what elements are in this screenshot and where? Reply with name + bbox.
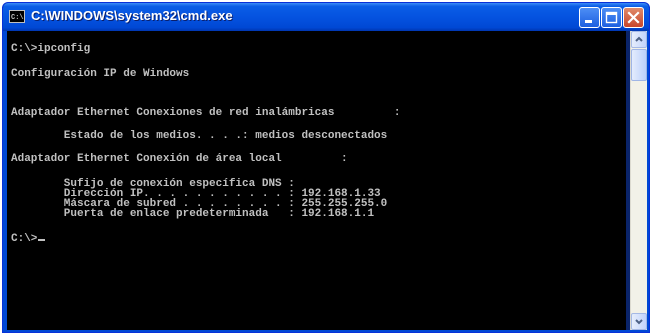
minimize-button[interactable] <box>579 7 600 28</box>
cmd-window: C:\ C:\WINDOWS\system32\cmd.exe C:\>ipco… <box>2 2 650 333</box>
console-line: Adaptador Ethernet Conexión de área loca… <box>11 153 348 165</box>
close-icon <box>627 11 640 24</box>
console-line: Configuración IP de Windows <box>11 68 190 80</box>
console-prompt-line: C:\> <box>11 233 46 245</box>
console-output[interactable]: C:\>ipconfig Configuración IP de Windows… <box>7 31 626 330</box>
vertical-scrollbar[interactable] <box>630 31 647 330</box>
scroll-down-button[interactable] <box>631 313 647 330</box>
window-title: C:\WINDOWS\system32\cmd.exe <box>31 8 233 23</box>
console-line: Puerta de enlace predeterminada : 192.16… <box>11 208 375 220</box>
cmd-icon: C:\ <box>9 10 25 23</box>
window-border-right <box>647 31 649 332</box>
arrow-down-icon <box>635 319 643 325</box>
svg-text:C:\: C:\ <box>11 14 24 22</box>
scroll-up-button[interactable] <box>631 31 647 48</box>
console-line: Estado de los medios. . . .: medios desc… <box>11 130 388 142</box>
text-cursor <box>38 239 46 241</box>
window-border-bottom <box>3 330 649 332</box>
scroll-thumb[interactable] <box>631 49 647 81</box>
console-line: Adaptador Ethernet Conexiones de red ina… <box>11 107 401 119</box>
close-button[interactable] <box>623 7 644 28</box>
title-bar[interactable]: C:\ C:\WINDOWS\system32\cmd.exe <box>3 3 649 31</box>
arrow-up-icon <box>635 36 643 42</box>
minimize-icon <box>585 20 592 23</box>
console-prompt: C:\> <box>11 233 38 245</box>
maximize-icon <box>605 11 618 24</box>
console-line: C:\>ipconfig <box>11 43 91 55</box>
maximize-button[interactable] <box>601 7 622 28</box>
